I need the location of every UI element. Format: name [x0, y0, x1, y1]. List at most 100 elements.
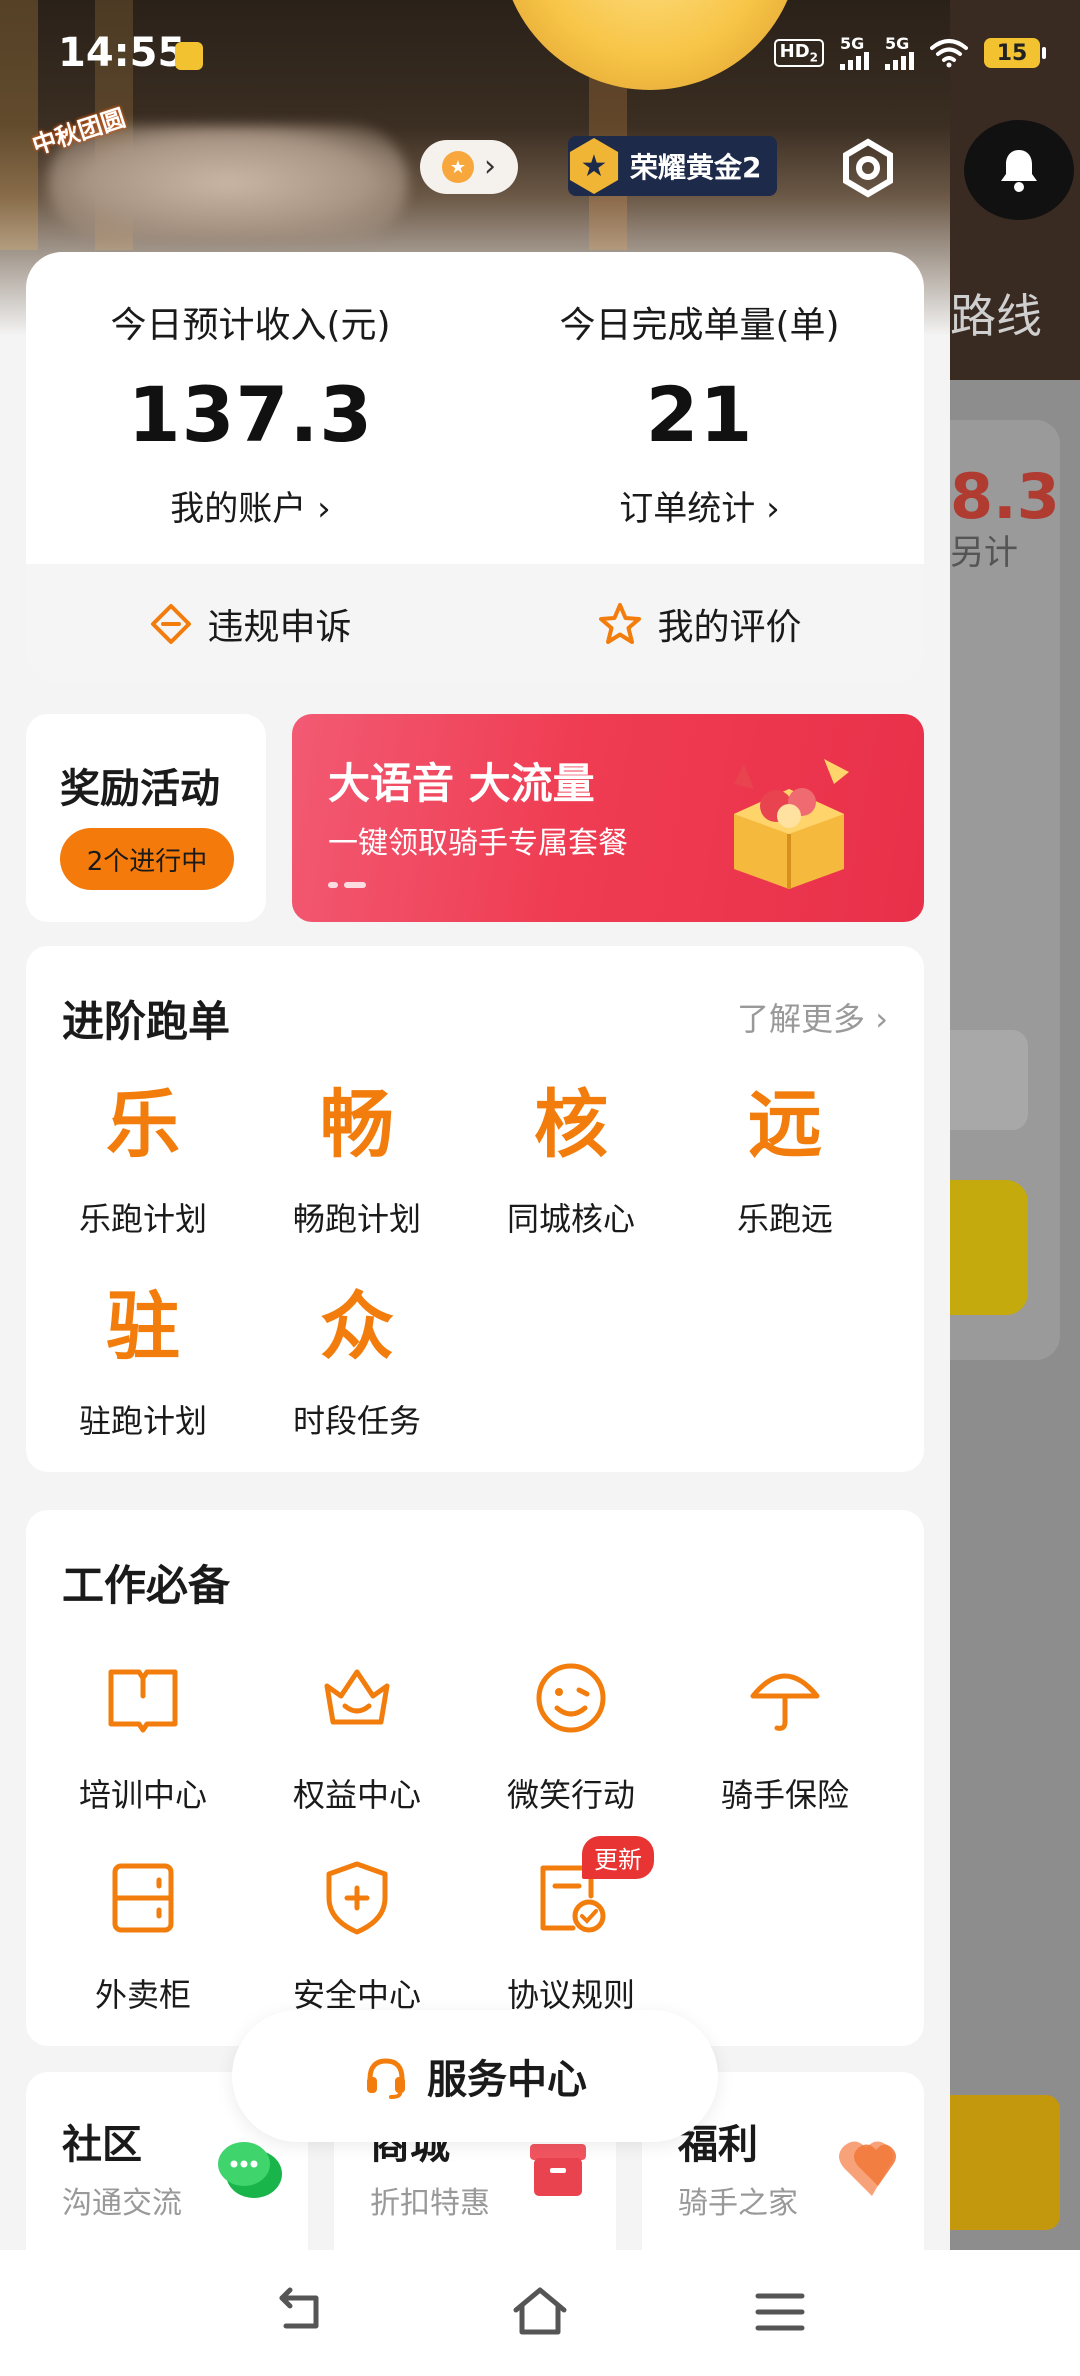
- background-route-text: 路线: [950, 289, 1042, 343]
- income-card-footer: 违规申诉 我的评价: [26, 564, 924, 684]
- gift-box-icon: [734, 759, 849, 889]
- notification-app-icon: [175, 42, 203, 70]
- essential-item[interactable]: 培训中心: [36, 1656, 250, 1816]
- book-icon: [108, 1669, 178, 1733]
- back-icon[interactable]: [268, 2280, 332, 2344]
- my-account-link[interactable]: 我的账户 ›: [26, 481, 475, 530]
- essential-item-label: 微笑行动: [506, 1776, 635, 1814]
- my-rating-button[interactable]: 我的评价: [475, 564, 924, 684]
- status-time: 14:55: [58, 30, 186, 76]
- banner-subtitle: 一键领取骑手专属套餐: [328, 826, 628, 861]
- income-label: 今日预计收入(元): [110, 305, 391, 346]
- chevron-right-icon: ›: [484, 149, 496, 184]
- orders-label: 今日完成单量(单): [559, 305, 840, 346]
- banner-pagination: [328, 882, 366, 888]
- star-coin-icon: ★: [442, 151, 474, 183]
- essential-item[interactable]: 骑手保险: [678, 1656, 892, 1816]
- essential-item-label: 培训中心: [78, 1776, 207, 1814]
- promo-banner[interactable]: 大语音 大流量 一键领取骑手专属套餐: [292, 714, 924, 922]
- rank-badge[interactable]: ★ 荣耀黄金2: [568, 136, 778, 196]
- crown-icon: [324, 1669, 390, 1725]
- background-subtext: 另计: [950, 533, 1018, 573]
- essential-item-label: 外卖柜: [94, 1976, 191, 2014]
- essential-item[interactable]: 权益中心: [250, 1656, 464, 1816]
- advanced-item[interactable]: 乐 乐跑计划: [36, 1088, 250, 1240]
- advanced-item[interactable]: 畅 畅跑计划: [250, 1088, 464, 1240]
- advanced-item-label: 时段任务: [292, 1402, 421, 1440]
- background-app: 路线 8.3 另计: [950, 0, 1080, 2376]
- essential-item[interactable]: 安全中心: [250, 1856, 464, 2016]
- tile-title: 社区: [62, 2122, 142, 2168]
- advanced-item-label: 驻跑计划: [78, 1402, 207, 1440]
- system-navigation-bar: [0, 2250, 1080, 2376]
- essential-item-label: 骑手保险: [720, 1776, 849, 1814]
- smile-icon: [536, 1663, 606, 1733]
- orders-value: 21: [645, 370, 754, 459]
- shield-plus-icon: [326, 1861, 388, 1935]
- background-bottom-button: [950, 2095, 1060, 2230]
- home-icon[interactable]: [508, 2280, 572, 2344]
- learn-more-link[interactable]: 了解更多 ›: [737, 994, 888, 1040]
- essential-item[interactable]: 外卖柜: [36, 1856, 250, 2016]
- advanced-item-label: 乐跑计划: [78, 1200, 207, 1238]
- background-amount: 8.3: [950, 460, 1060, 533]
- advanced-item-icon: 驻: [106, 1284, 180, 1370]
- advanced-item-icon: 核: [534, 1082, 608, 1168]
- signal-icon: 5G: [840, 36, 869, 70]
- battery-icon: 15: [984, 38, 1046, 68]
- advanced-orders-section: 进阶跑单 了解更多 › 乐 乐跑计划 畅 畅跑计划 核 同城核心 远 乐跑远 驻…: [26, 946, 924, 1472]
- avatar-blurred[interactable]: [48, 125, 408, 240]
- reward-count-badge: 2个进行中: [60, 828, 234, 890]
- income-column: 今日预计收入(元) 137.3 我的账户 ›: [26, 296, 475, 530]
- star-outline-icon: [599, 603, 642, 644]
- advanced-section-title: 进阶跑单: [62, 997, 231, 1046]
- orders-column: 今日完成单量(单) 21 订单统计 ›: [475, 296, 924, 530]
- advanced-item[interactable]: 远 乐跑远: [678, 1088, 892, 1240]
- status-right-icons: HD2 5G 5G 15: [773, 36, 1046, 70]
- advanced-item-label: 同城核心: [506, 1200, 635, 1238]
- menu-icon[interactable]: [748, 2280, 812, 2344]
- heart-icon: [839, 2141, 896, 2196]
- umbrella-icon: [750, 1673, 820, 1731]
- appeal-icon: [151, 604, 192, 644]
- update-tag: 更新: [582, 1836, 654, 1879]
- essential-item-label: 权益中心: [292, 1776, 421, 1814]
- side-drawer: 中秋团圆 ★ › ★ 荣耀黄金2 今日预计收入(元) 137.3 我的账户 › …: [0, 0, 950, 2250]
- advanced-item-label: 乐跑远: [736, 1200, 833, 1238]
- reward-title: 奖励活动: [60, 766, 220, 812]
- service-center-button[interactable]: 服务中心: [232, 2010, 718, 2142]
- hd-voice-icon: HD2: [773, 39, 824, 67]
- income-value: 137.3: [127, 370, 374, 459]
- signal-icon: 5G: [885, 36, 914, 70]
- settings-icon[interactable]: [838, 138, 898, 198]
- appeal-button[interactable]: 违规申诉: [26, 564, 475, 684]
- advanced-item-icon: 畅: [320, 1082, 394, 1168]
- service-center-label: 服务中心: [427, 2057, 587, 2103]
- tile-subtitle: 沟通交流: [62, 2186, 182, 2221]
- essential-item[interactable]: 协议规则 更新: [464, 1836, 678, 2016]
- advanced-item-label: 畅跑计划: [292, 1200, 421, 1238]
- locker-icon: [112, 1863, 174, 1933]
- my-rating-label: 我的评价: [657, 607, 802, 648]
- points-pill-button[interactable]: ★ ›: [420, 140, 518, 194]
- income-summary-card: 今日预计收入(元) 137.3 我的账户 › 今日完成单量(单) 21 订单统计…: [26, 252, 924, 684]
- rank-label: 荣耀黄金2: [630, 151, 762, 184]
- chat-icon: [218, 2142, 282, 2198]
- tile-subtitle: 折扣特惠: [370, 2186, 490, 2221]
- bell-icon[interactable]: [964, 120, 1074, 220]
- appeal-label: 违规申诉: [207, 607, 352, 648]
- headset-icon: [367, 2058, 405, 2099]
- reward-activity-card[interactable]: 奖励活动 2个进行中: [26, 714, 266, 922]
- advanced-item[interactable]: 众 时段任务: [250, 1290, 464, 1442]
- advanced-item-icon: 远: [748, 1082, 822, 1168]
- tile-subtitle: 骑手之家: [678, 2186, 798, 2221]
- background-action-button: [950, 1180, 1028, 1315]
- banner-title: 大语音 大流量: [328, 759, 595, 808]
- advanced-item[interactable]: 核 同城核心: [464, 1088, 678, 1240]
- essential-item[interactable]: 微笑行动: [464, 1656, 678, 1816]
- advanced-item[interactable]: 驻 驻跑计划: [36, 1290, 250, 1442]
- advanced-item-icon: 众: [320, 1284, 394, 1370]
- work-essentials-section: 工作必备 培训中心 权益中心 微笑行动 骑手保险 外卖柜 安全中心 协议规则 更…: [26, 1510, 924, 2046]
- wifi-icon: [930, 39, 968, 68]
- order-stats-link[interactable]: 订单统计 ›: [475, 481, 924, 530]
